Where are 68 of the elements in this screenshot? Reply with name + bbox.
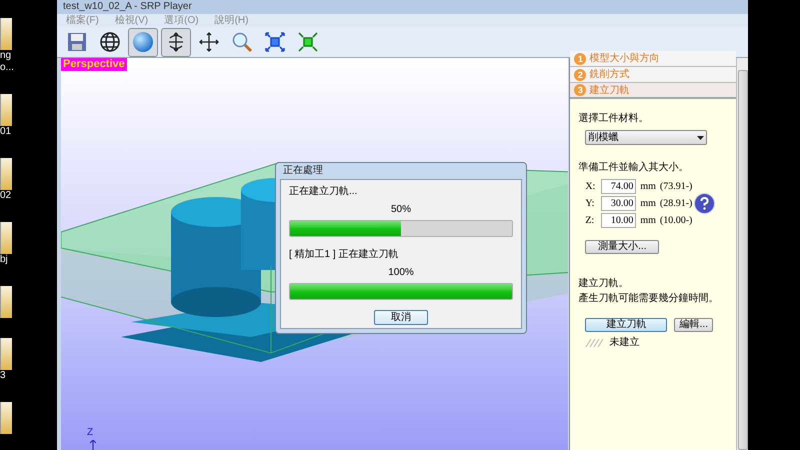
magnifier-icon bbox=[230, 30, 254, 54]
unit-label: mm bbox=[640, 180, 656, 194]
desktop-icon-label: o... bbox=[0, 62, 14, 74]
file-icon[interactable] bbox=[0, 18, 12, 50]
size-label: 準備工件並輸入其大小。 bbox=[578, 160, 690, 175]
file-icon[interactable] bbox=[0, 402, 12, 434]
desktop-icon-label: 02 bbox=[0, 190, 12, 202]
dimension-field[interactable]: 30.00 bbox=[601, 196, 636, 211]
minimum-hint: (73.91-) bbox=[660, 180, 692, 194]
dialog-title: 正在處理 bbox=[282, 164, 324, 178]
task-text: 正在建立刀軌... bbox=[289, 184, 358, 199]
file-icon[interactable] bbox=[0, 338, 12, 370]
progress-reading: 50% bbox=[390, 203, 411, 217]
axis-name: Y: bbox=[585, 197, 596, 211]
toolbar-button[interactable] bbox=[161, 28, 191, 56]
task-text: [ 精加工1 ] 正在建立刀軌 bbox=[289, 248, 400, 262]
file-icon[interactable] bbox=[0, 158, 12, 190]
dimension-field[interactable]: 10.00 bbox=[601, 213, 636, 228]
desktop-icon[interactable]: 01 bbox=[0, 94, 57, 138]
hatch-icon bbox=[585, 338, 606, 346]
desktop-icon-label: ng bbox=[0, 50, 12, 62]
desktop-icon[interactable]: 02 bbox=[0, 158, 57, 202]
dropdown-arrow-icon bbox=[697, 136, 704, 140]
cancel-button[interactable]: 取消 bbox=[374, 310, 428, 325]
desktop-icon-label: bj bbox=[0, 254, 8, 266]
desktop-icon[interactable]: ng o... bbox=[0, 18, 57, 74]
step-number: 3 bbox=[574, 84, 586, 96]
desktop-icon-label: 3 bbox=[0, 370, 6, 382]
view-mode-label: Perspective bbox=[61, 58, 127, 71]
create-toolpath-button[interactable]: 建立刀軌 bbox=[585, 318, 668, 332]
desktop-icon-label: 01 bbox=[0, 126, 12, 138]
toolpath-status: 未建立 bbox=[609, 336, 640, 350]
step-number: 2 bbox=[574, 68, 586, 80]
help-icon[interactable] bbox=[694, 193, 716, 214]
dimension-field[interactable]: 74.00 bbox=[601, 179, 636, 194]
axis-name: X: bbox=[585, 180, 596, 194]
file-icon[interactable] bbox=[0, 94, 12, 126]
save-icon bbox=[65, 30, 89, 54]
move-icon bbox=[197, 30, 221, 54]
unit-label: mm bbox=[640, 197, 656, 211]
desktop-icon[interactable]: bj bbox=[0, 222, 57, 266]
axis-arrow-icon bbox=[90, 440, 96, 450]
progress-reading: 100% bbox=[388, 266, 414, 280]
minimum-hint: (10.00-) bbox=[660, 214, 692, 228]
expand-arrows-icon bbox=[263, 30, 287, 54]
file-icon[interactable] bbox=[0, 286, 12, 318]
scrollbar[interactable] bbox=[736, 58, 748, 450]
sphere-icon bbox=[131, 30, 155, 54]
edit-button[interactable]: 編輯... bbox=[674, 318, 714, 332]
material-label: 選擇工件材料。 bbox=[578, 112, 650, 126]
material-dropdown[interactable]: 削模蠟 bbox=[585, 130, 708, 145]
file-icon[interactable] bbox=[0, 222, 12, 254]
desktop-icon[interactable]: 3 bbox=[0, 338, 57, 382]
axis-name: Z: bbox=[585, 214, 596, 228]
window-title: test_w10_02_A - SRP Player bbox=[63, 1, 192, 13]
create-heading: 建立刀軌。 bbox=[578, 276, 630, 291]
axis-label: Z bbox=[87, 428, 94, 438]
measure-button[interactable]: 測量大小... bbox=[585, 240, 660, 254]
globe-icon bbox=[98, 30, 122, 54]
step-number: 1 bbox=[574, 52, 586, 64]
step-label: 模型大小與方向 bbox=[589, 52, 660, 66]
step-label: 建立刀軌 bbox=[589, 84, 630, 98]
step-label: 銑削方式 bbox=[589, 68, 630, 82]
create-note: 產生刀軌可能需要幾分鐘時間。 bbox=[578, 292, 720, 306]
shrink-arrows-icon bbox=[296, 30, 320, 54]
minimum-hint: (28.91-) bbox=[660, 197, 692, 211]
3d-viewport[interactable]: Perspective Z 正在處理 正在建立刀軌... 50% [ 精加工1 ] 正在建立刀軌 100% 取消 bbox=[61, 58, 568, 450]
unit-label: mm bbox=[640, 214, 656, 228]
